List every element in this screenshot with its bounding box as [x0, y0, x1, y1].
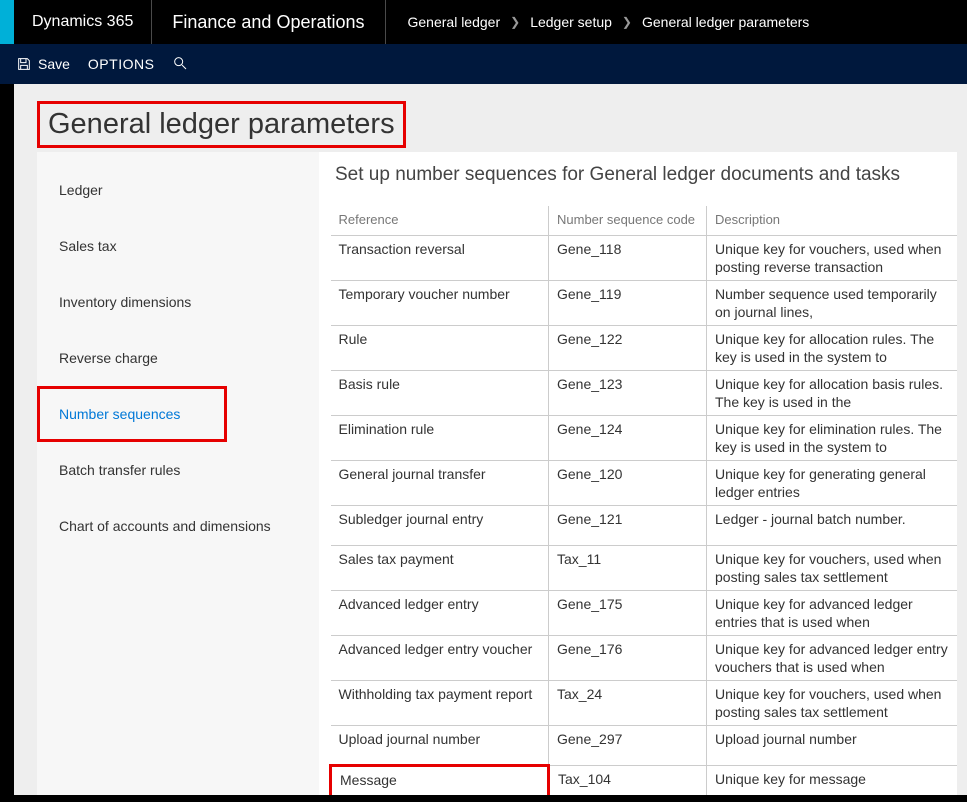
detail-title: Set up number sequences for General ledg… — [335, 164, 957, 186]
content-wrap: Ledger Sales tax Inventory dimensions Re… — [37, 152, 957, 795]
cell-desc[interactable]: Ledger - journal batch number. — [707, 506, 958, 546]
cell-reference[interactable]: Rule — [331, 326, 549, 371]
sidebar: Ledger Sales tax Inventory dimensions Re… — [37, 152, 319, 795]
table-row[interactable]: Sales tax paymentTax_11Unique key for vo… — [331, 546, 958, 591]
cell-reference[interactable]: Transaction reversal — [331, 236, 549, 281]
table-row[interactable]: Advanced ledger entry voucherGene_176Uni… — [331, 636, 958, 681]
table-row[interactable]: MessageTax_104Unique key for message — [331, 766, 958, 796]
number-sequence-grid: Reference Number sequence code Descripti… — [329, 206, 957, 795]
table-row[interactable]: Subledger journal entryGene_121Ledger - … — [331, 506, 958, 546]
table-row[interactable]: Transaction reversalGene_118Unique key f… — [331, 236, 958, 281]
cell-code[interactable]: Gene_120 — [549, 461, 707, 506]
cell-reference[interactable]: Withholding tax payment report — [331, 681, 549, 726]
search-icon — [172, 55, 188, 71]
save-label: Save — [38, 56, 70, 72]
cell-reference[interactable]: Advanced ledger entry — [331, 591, 549, 636]
cell-reference[interactable]: General journal transfer — [331, 461, 549, 506]
page-title: General ledger parameters — [48, 108, 395, 141]
col-number-sequence-code[interactable]: Number sequence code — [549, 206, 707, 236]
cell-desc[interactable]: Unique key for elimination rules. The ke… — [707, 416, 958, 461]
table-row[interactable]: General journal transferGene_120Unique k… — [331, 461, 958, 506]
cell-reference[interactable]: Temporary voucher number — [331, 281, 549, 326]
sidebar-item-batch-transfer-rules[interactable]: Batch transfer rules — [37, 442, 319, 498]
breadcrumb-item[interactable]: General ledger parameters — [642, 14, 809, 30]
action-toolbar: Save OPTIONS — [0, 44, 967, 84]
breadcrumb-item[interactable]: General ledger — [408, 14, 501, 30]
page-title-highlight: General ledger parameters — [37, 101, 406, 148]
cell-reference[interactable]: Basis rule — [331, 371, 549, 416]
chevron-right-icon: ❯ — [622, 15, 632, 29]
brand-label[interactable]: Dynamics 365 — [14, 0, 152, 44]
table-row[interactable]: Basis ruleGene_123Unique key for allocat… — [331, 371, 958, 416]
top-header: Dynamics 365 Finance and Operations Gene… — [0, 0, 967, 44]
table-row[interactable]: Temporary voucher numberGene_119Number s… — [331, 281, 958, 326]
sidebar-item-chart-of-accounts[interactable]: Chart of accounts and dimensions — [37, 498, 319, 554]
detail-pane: Set up number sequences for General ledg… — [319, 152, 957, 795]
sidebar-item-inventory-dimensions[interactable]: Inventory dimensions — [37, 274, 319, 330]
cell-desc[interactable]: Unique key for advanced ledger entries t… — [707, 591, 958, 636]
breadcrumb: General ledger ❯ Ledger setup ❯ General … — [386, 0, 832, 44]
cell-code[interactable]: Tax_104 — [549, 766, 707, 796]
app-launcher[interactable] — [0, 0, 14, 44]
cell-code[interactable]: Gene_121 — [549, 506, 707, 546]
cell-desc[interactable]: Unique key for vouchers, used when posti… — [707, 681, 958, 726]
cell-code[interactable]: Gene_123 — [549, 371, 707, 416]
cell-code[interactable]: Gene_122 — [549, 326, 707, 371]
cell-reference[interactable]: Subledger journal entry — [331, 506, 549, 546]
table-row[interactable]: Elimination ruleGene_124Unique key for e… — [331, 416, 958, 461]
cell-reference[interactable]: Upload journal number — [331, 726, 549, 766]
cell-desc[interactable]: Unique key for message — [707, 766, 958, 796]
cell-desc[interactable]: Unique key for vouchers, used when posti… — [707, 546, 958, 591]
cell-code[interactable]: Gene_175 — [549, 591, 707, 636]
cell-desc[interactable]: Unique key for allocation basis rules. T… — [707, 371, 958, 416]
page-body: General ledger parameters Ledger Sales t… — [14, 84, 967, 795]
table-row[interactable]: Withholding tax payment reportTax_24Uniq… — [331, 681, 958, 726]
cell-code[interactable]: Tax_24 — [549, 681, 707, 726]
cell-code[interactable]: Gene_124 — [549, 416, 707, 461]
cell-code[interactable]: Gene_297 — [549, 726, 707, 766]
sidebar-item-number-sequences[interactable]: Number sequences — [37, 386, 227, 442]
table-header-row: Reference Number sequence code Descripti… — [331, 206, 958, 236]
col-description[interactable]: Description — [707, 206, 958, 236]
cell-reference[interactable]: Elimination rule — [331, 416, 549, 461]
sidebar-item-reverse-charge[interactable]: Reverse charge — [37, 330, 319, 386]
options-button[interactable]: OPTIONS — [88, 56, 155, 72]
cell-code[interactable]: Tax_11 — [549, 546, 707, 591]
col-reference[interactable]: Reference — [331, 206, 549, 236]
cell-desc[interactable]: Unique key for allocation rules. The key… — [707, 326, 958, 371]
chevron-right-icon: ❯ — [510, 15, 520, 29]
cell-reference-highlight[interactable]: Message — [331, 766, 549, 796]
cell-desc[interactable]: Unique key for advanced ledger entry vou… — [707, 636, 958, 681]
table-row[interactable]: RuleGene_122Unique key for allocation ru… — [331, 326, 958, 371]
breadcrumb-item[interactable]: Ledger setup — [530, 14, 612, 30]
sidebar-item-ledger[interactable]: Ledger — [37, 162, 319, 218]
cell-desc[interactable]: Number sequence used temporarily on jour… — [707, 281, 958, 326]
cell-code[interactable]: Gene_176 — [549, 636, 707, 681]
save-icon — [16, 56, 32, 72]
cell-desc[interactable]: Unique key for generating general ledger… — [707, 461, 958, 506]
cell-code[interactable]: Gene_119 — [549, 281, 707, 326]
app-label: Finance and Operations — [152, 0, 385, 44]
cell-reference[interactable]: Advanced ledger entry voucher — [331, 636, 549, 681]
cell-reference[interactable]: Sales tax payment — [331, 546, 549, 591]
table-row[interactable]: Advanced ledger entryGene_175Unique key … — [331, 591, 958, 636]
cell-desc[interactable]: Unique key for vouchers, used when posti… — [707, 236, 958, 281]
cell-desc[interactable]: Upload journal number — [707, 726, 958, 766]
save-button[interactable]: Save — [16, 56, 70, 72]
search-button[interactable] — [172, 55, 188, 74]
table-row[interactable]: Upload journal numberGene_297Upload jour… — [331, 726, 958, 766]
sidebar-item-sales-tax[interactable]: Sales tax — [37, 218, 319, 274]
cell-code[interactable]: Gene_118 — [549, 236, 707, 281]
